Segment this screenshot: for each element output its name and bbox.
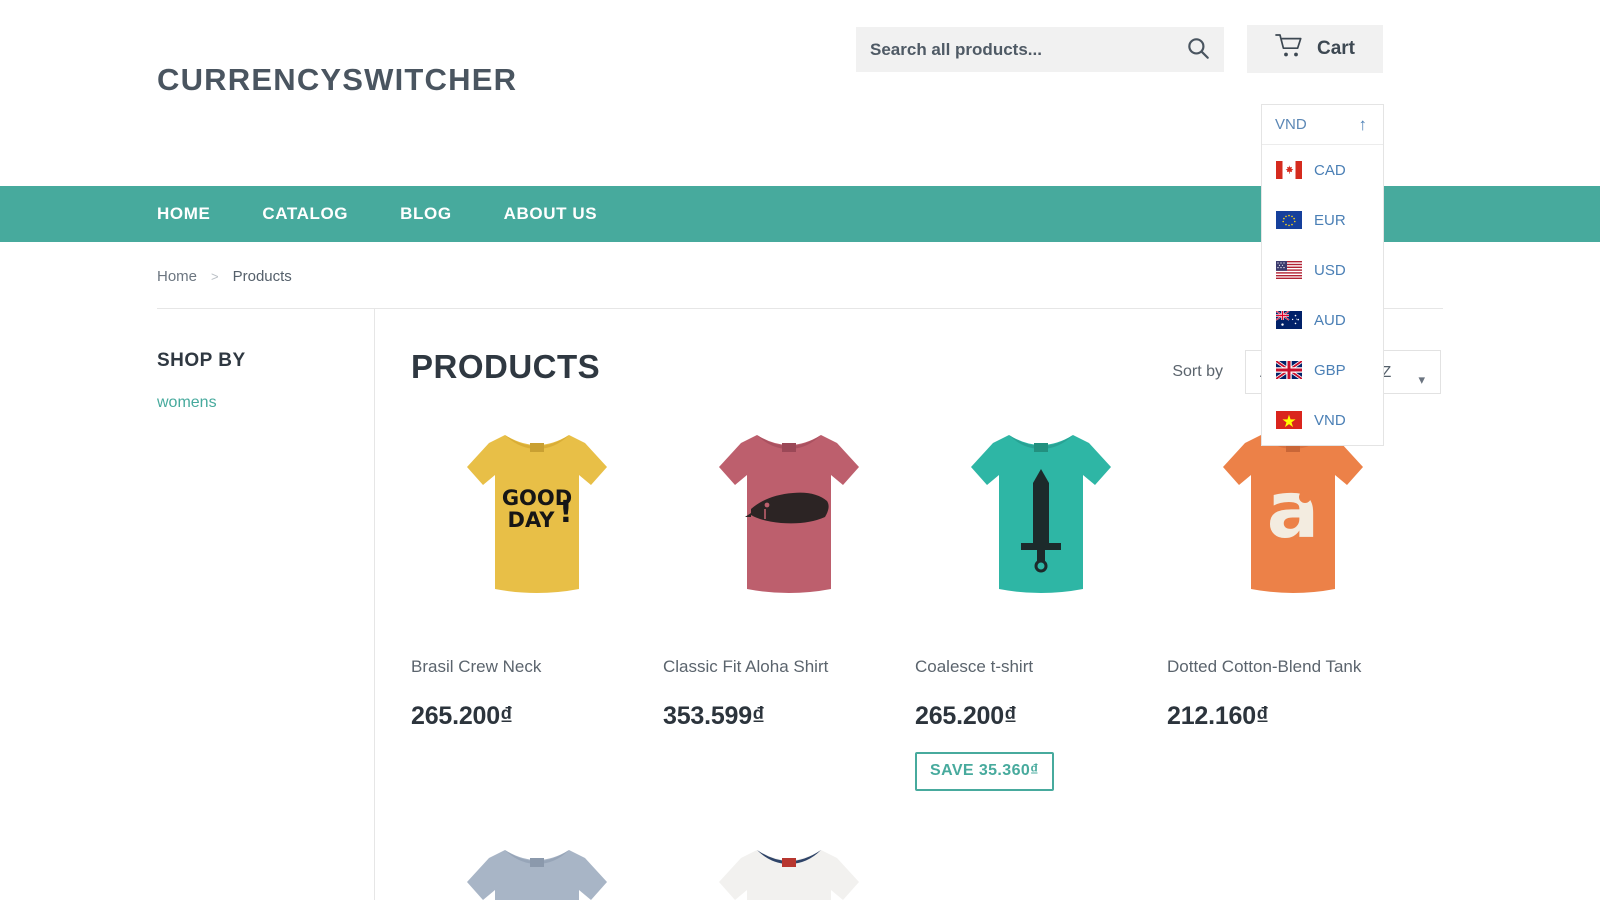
currency-option-eur[interactable]: EUR (1262, 195, 1383, 245)
product-title[interactable]: Brasil Crew Neck (411, 657, 663, 677)
svg-text:a: a (1267, 466, 1320, 556)
australia-flag-icon (1276, 311, 1302, 329)
sidebar-title: SHOP BY (157, 350, 357, 372)
product-image-coalesce-t-shirt[interactable] (915, 414, 1167, 614)
product-card (411, 817, 663, 900)
search-button[interactable] (1172, 27, 1224, 72)
product-card: GOOD DAY ! Brasil Crew Neck 265.200₫ (411, 402, 663, 791)
search-bar (856, 27, 1224, 72)
currency-option-vnd[interactable]: VND (1262, 395, 1383, 445)
product-image-row2-item2[interactable] (663, 829, 915, 900)
product-card: Classic Fit Aloha Shirt 353.599₫ (663, 402, 915, 791)
currency-code-aud: AUD (1314, 313, 1346, 328)
nav-item-blog[interactable]: BLOG (374, 204, 478, 224)
currency-code-cad: CAD (1314, 163, 1346, 178)
product-title[interactable]: Dotted Cotton-Blend Tank (1167, 657, 1419, 677)
product-price: 212.160₫ (1167, 702, 1419, 731)
currency-option-cad[interactable]: CAD (1262, 145, 1383, 195)
page-root: CURRENCYSWITCHER Cart (0, 0, 1600, 900)
product-image-row2-item1[interactable] (411, 829, 663, 900)
breadcrumb: Home > Products (157, 268, 292, 285)
shopping-cart-icon (1275, 33, 1305, 65)
currency-option-aud[interactable]: AUD (1262, 295, 1383, 345)
vietnam-flag-icon (1276, 411, 1302, 429)
breadcrumb-home-link[interactable]: Home (157, 268, 197, 285)
product-card (663, 817, 915, 900)
product-card: a Dotted Cotton-Blend Tank 212.160₫ (1167, 402, 1419, 791)
product-price: 265.200₫ (411, 702, 663, 731)
search-icon (1185, 35, 1211, 64)
currency-code-gbp: GBP (1314, 363, 1346, 378)
sidebar: SHOP BY womens (157, 350, 357, 412)
cart-label: Cart (1317, 38, 1355, 60)
sort-by-label: Sort by (1172, 363, 1223, 381)
site-logo[interactable]: CURRENCYSWITCHER (157, 62, 517, 98)
product-title[interactable]: Classic Fit Aloha Shirt (663, 657, 915, 677)
currency-option-list: CAD EUR (1262, 145, 1383, 445)
product-grid: GOOD DAY ! Brasil Crew Neck 265.200₫ (411, 402, 1441, 791)
svg-text:DAY: DAY (508, 508, 556, 532)
product-image-brasil-crew-neck[interactable]: GOOD DAY ! (411, 414, 663, 614)
product-price: 265.200₫ (915, 702, 1167, 731)
nav-item-home[interactable]: HOME (157, 204, 236, 224)
product-image-classic-fit-aloha-shirt[interactable] (663, 414, 915, 614)
arrow-up-icon: ↑ (1359, 115, 1368, 135)
nav-item-about-us[interactable]: ABOUT US (478, 204, 624, 224)
chevron-right-icon: > (211, 269, 219, 284)
sidebar-divider (374, 309, 375, 900)
united-kingdom-flag-icon (1276, 361, 1302, 379)
currency-code-eur: EUR (1314, 213, 1346, 228)
currency-option-usd[interactable]: USD (1262, 245, 1383, 295)
product-price: 353.599₫ (663, 702, 915, 731)
currency-switcher: VND ↑ CAD (1261, 104, 1384, 446)
sidebar-item-womens[interactable]: womens (157, 394, 357, 412)
product-card-placeholder (1167, 817, 1419, 900)
product-card-placeholder (915, 817, 1167, 900)
currency-code-usd: USD (1314, 263, 1346, 278)
page-title: PRODUCTS (411, 348, 600, 386)
product-card: Coalesce t-shirt 265.200₫ SAVE 35.360₫ (915, 402, 1167, 791)
product-grid-row-2 (411, 817, 1441, 900)
currency-option-gbp[interactable]: GBP (1262, 345, 1383, 395)
svg-text:!: ! (559, 495, 573, 530)
canada-flag-icon (1276, 161, 1302, 179)
content-top-divider (157, 308, 1443, 309)
product-save-badge: SAVE 35.360₫ (915, 752, 1054, 791)
breadcrumb-current: Products (233, 268, 292, 285)
united-states-flag-icon (1276, 261, 1302, 279)
nav-item-catalog[interactable]: CATALOG (236, 204, 374, 224)
currency-selected-code: VND (1275, 116, 1307, 133)
product-title[interactable]: Coalesce t-shirt (915, 657, 1167, 677)
currency-code-vnd: VND (1314, 413, 1346, 428)
currency-switcher-toggle[interactable]: VND ↑ (1262, 105, 1383, 145)
european-union-flag-icon (1276, 211, 1302, 229)
search-input[interactable] (856, 40, 1172, 60)
cart-button[interactable]: Cart (1247, 25, 1383, 73)
